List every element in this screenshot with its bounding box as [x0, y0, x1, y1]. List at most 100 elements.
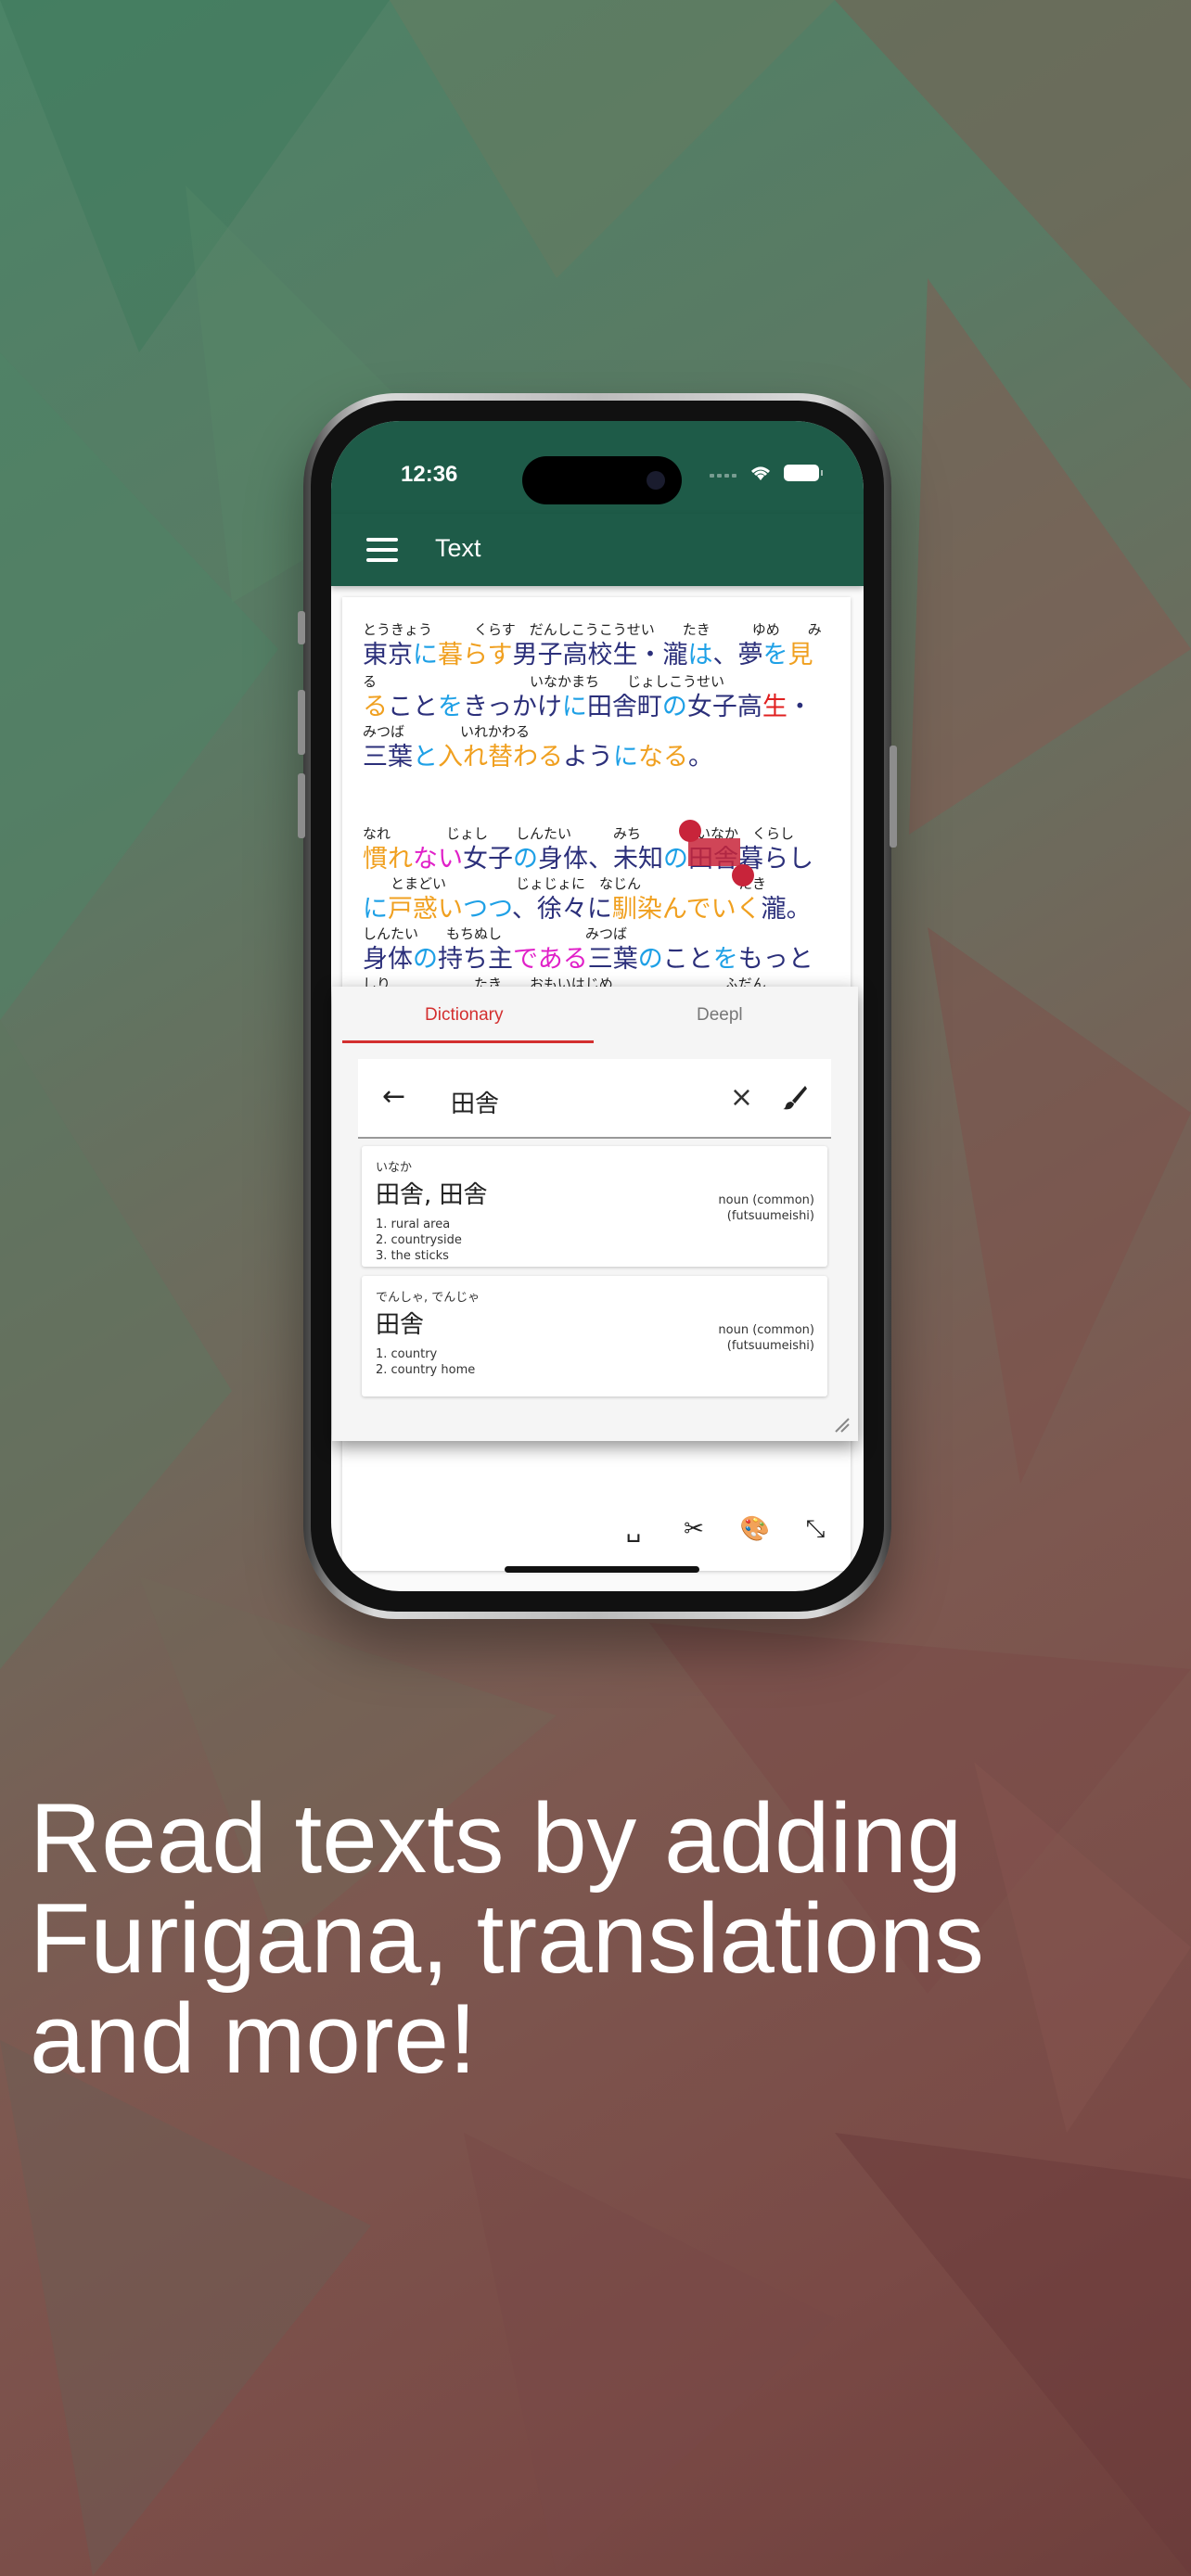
word-token[interactable]: 三葉	[588, 945, 638, 974]
volume-down-button	[298, 773, 305, 838]
selection-handle-end[interactable]	[732, 864, 754, 886]
word-token[interactable]: 女子	[463, 845, 513, 874]
word-token[interactable]: つつ	[463, 895, 512, 924]
word-token[interactable]: 未知	[613, 845, 663, 874]
word-token[interactable]: 瀧	[762, 895, 787, 924]
entry-definitions: 1. rural area 2. countryside 3. the sticks	[376, 1217, 462, 1264]
search-input[interactable]: 田舎	[451, 1085, 499, 1119]
word-token[interactable]: 暮らす	[438, 641, 512, 670]
word-token[interactable]: こと	[663, 945, 713, 974]
word-token[interactable]: ない	[413, 845, 463, 874]
dictionary-entry[interactable]: いなか 田舎, 田舎 1. rural area 2. countryside 3. t…	[362, 1146, 827, 1267]
resize-handle-icon[interactable]	[832, 1415, 851, 1434]
word-token[interactable]: の	[513, 845, 538, 874]
brush-icon[interactable]	[781, 1083, 809, 1111]
word-token[interactable]: 、	[588, 845, 613, 874]
word-token[interactable]: である	[513, 945, 588, 974]
word-token[interactable]: なる	[638, 743, 688, 772]
tab-deepl[interactable]: Deepl	[697, 1005, 743, 1026]
text-line[interactable]: に戸惑いつつ、徐々に馴染んでいく瀧。	[363, 888, 812, 925]
status-icons	[710, 464, 823, 482]
word-token[interactable]: 東京	[363, 641, 413, 670]
word-token[interactable]: の	[413, 945, 438, 974]
reader-toolbar: ␣ ✂ 🎨 ⤡	[342, 1506, 851, 1552]
back-arrow-icon[interactable]: ←	[382, 1083, 405, 1111]
space-icon[interactable]: ␣	[618, 1513, 649, 1545]
word-token[interactable]: を	[713, 945, 738, 974]
word-token[interactable]: ・	[788, 693, 813, 721]
word-token[interactable]: 。	[787, 895, 812, 924]
word-token[interactable]: 。	[688, 743, 713, 772]
word-token[interactable]: の	[638, 945, 663, 974]
dynamic-island	[522, 456, 682, 504]
close-icon[interactable]: ×	[730, 1081, 753, 1114]
word-token[interactable]: る	[363, 693, 388, 721]
word-token[interactable]: 女子高	[687, 693, 762, 721]
word-token[interactable]: 、	[712, 641, 737, 670]
dictionary-popup: Dictionary Deepl ← 田舎 × いなか 田舎, 田舎 1. rura…	[332, 987, 858, 1441]
word-token[interactable]: の	[662, 693, 687, 721]
battery-icon	[784, 465, 823, 481]
text-line[interactable]: 東京に暮らす男子高校生・瀧は、夢を見	[363, 634, 813, 670]
word-token[interactable]: 瀧	[662, 641, 687, 670]
word-token[interactable]: 三葉	[363, 743, 413, 772]
word-token[interactable]: に	[613, 743, 638, 772]
word-token[interactable]: を	[762, 641, 788, 670]
definition-line: 1. rural area	[376, 1218, 451, 1231]
definition-line: 2. countryside	[376, 1233, 462, 1247]
tab-dictionary[interactable]: Dictionary	[425, 1005, 503, 1026]
word-token[interactable]: を	[438, 693, 463, 721]
dictionary-entry[interactable]: でんしゃ, でんじゃ 田舎 1. country 2. country home nou…	[362, 1276, 827, 1396]
word-token[interactable]: と	[413, 743, 438, 772]
word-token[interactable]: でいく	[686, 895, 762, 924]
wifi-icon	[751, 466, 770, 480]
volume-up-button	[298, 690, 305, 755]
text-line[interactable]: 三葉と入れ替わるようになる。	[363, 736, 713, 772]
app-bar: Text	[331, 514, 864, 586]
camera-icon	[647, 471, 665, 490]
word-token[interactable]: 慣れ	[363, 845, 413, 874]
word-token[interactable]: 馴染ん	[612, 895, 686, 924]
mute-switch	[298, 611, 305, 644]
word-token[interactable]: 入れ替わる	[438, 743, 563, 772]
active-tab-indicator	[342, 1040, 594, 1043]
word-token[interactable]: 夢	[737, 641, 762, 670]
collapse-icon[interactable]: ⤡	[800, 1513, 831, 1545]
pos-line: (futsuumeishi)	[726, 1209, 814, 1223]
palette-icon[interactable]: 🎨	[739, 1513, 771, 1545]
word-token[interactable]: に	[363, 895, 388, 924]
text-line[interactable]: ることをきっかけに田舎町の女子高生・	[363, 686, 813, 722]
selection-highlight	[688, 838, 740, 866]
signal-icon	[710, 468, 737, 478]
word-token[interactable]: に	[562, 693, 587, 721]
word-token[interactable]: こと	[388, 693, 438, 721]
word-token[interactable]: に	[413, 641, 438, 670]
word-token[interactable]: 身体	[363, 945, 413, 974]
word-token[interactable]: 見	[788, 641, 813, 670]
word-token[interactable]: は	[687, 641, 712, 670]
page-title: Text	[435, 534, 481, 562]
text-line[interactable]: 身体の持ち主である三葉のことをもっと	[363, 938, 813, 975]
status-bar: 12:36	[331, 421, 864, 514]
word-token[interactable]: 田舎町	[587, 693, 662, 721]
definition-line: 2. country home	[376, 1363, 476, 1377]
word-token[interactable]: ・	[637, 641, 662, 670]
selection-handle-start[interactable]	[679, 820, 701, 842]
word-token[interactable]: 持ち主	[438, 945, 513, 974]
word-token[interactable]: よう	[563, 743, 613, 772]
word-token[interactable]: 、	[512, 895, 537, 924]
furigana-toggle-icon[interactable]: ✂	[678, 1513, 710, 1545]
word-token[interactable]: きっかけ	[463, 693, 562, 721]
popup-tabs: Dictionary Deepl	[332, 987, 858, 1044]
menu-icon[interactable]	[366, 538, 398, 562]
word-token[interactable]: 男子高校生	[512, 641, 637, 670]
word-token[interactable]: 生	[762, 693, 788, 721]
home-indicator	[505, 1566, 699, 1573]
word-token[interactable]: 徐々に	[537, 895, 612, 924]
dictionary-search[interactable]: ← 田舎 ×	[358, 1059, 831, 1139]
word-token[interactable]: 戸惑い	[388, 895, 463, 924]
word-token[interactable]: もっと	[738, 945, 813, 974]
word-token[interactable]: 身体	[538, 845, 588, 874]
entry-part-of-speech: noun (common) (futsuumeishi)	[666, 1322, 814, 1354]
word-token[interactable]: の	[663, 845, 688, 874]
